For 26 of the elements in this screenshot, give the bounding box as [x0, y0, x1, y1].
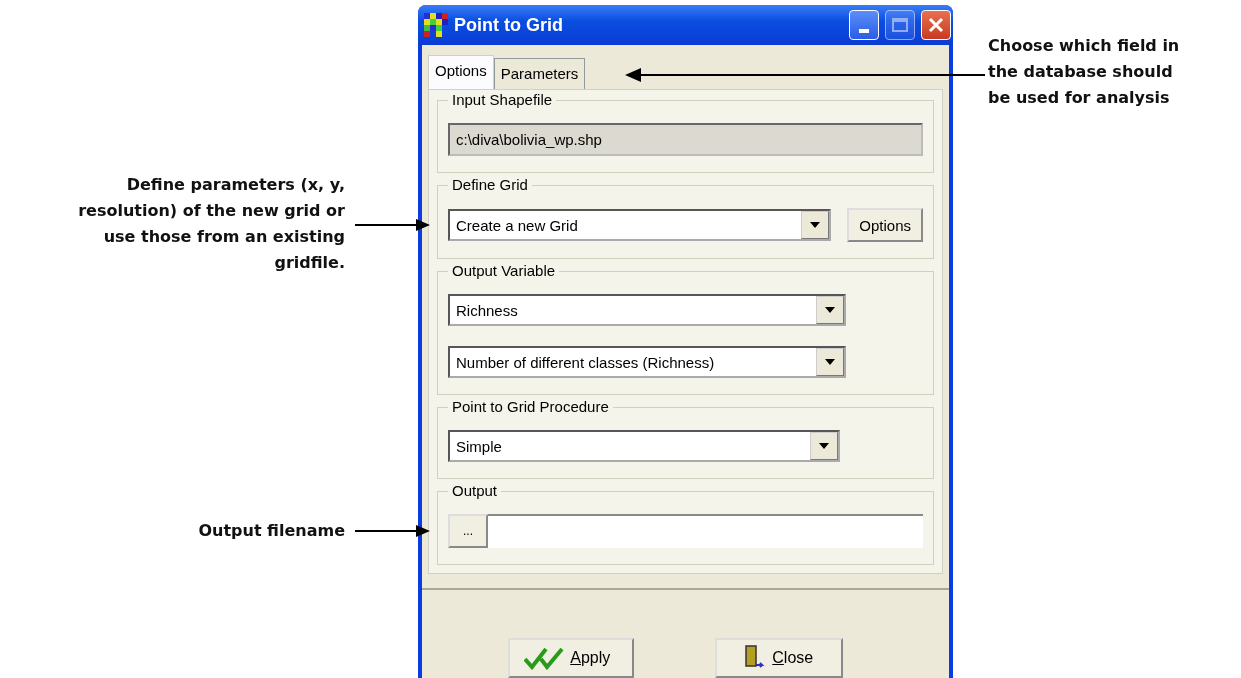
tab[interactable]: Options: [428, 55, 494, 89]
window-title: Point to Grid: [454, 14, 563, 36]
annotation-text: Define parameters (x, y, resolution) of the new grid or use those from an existing gridfile.: [78, 174, 345, 274]
group-label: Define Grid: [448, 176, 532, 193]
close-button[interactable]: Close: [714, 638, 843, 678]
group-label: Point to Grid Procedure: [448, 398, 613, 415]
tab[interactable]: Parameters: [493, 58, 586, 89]
annotation-text: Choose which field in the database should be used for analysis: [988, 35, 1180, 109]
dropdown[interactable]: Simple: [448, 430, 840, 462]
annotation-text: Output filename: [198, 520, 345, 542]
minimize-button[interactable]: [849, 10, 879, 40]
apply-button[interactable]: Apply: [508, 638, 635, 678]
path-field[interactable]: c:\diva\bolivia_wp.shp: [448, 123, 923, 156]
close-icon: [928, 17, 944, 33]
dropdown[interactable]: Number of different classes (Richness): [448, 346, 846, 378]
group-label: Output Variable: [448, 262, 560, 279]
group-label: Input Shapefile: [448, 91, 557, 108]
checkmarks-icon: [524, 646, 565, 670]
options-button[interactable]: Options: [847, 208, 923, 242]
dropdown[interactable]: Create a new Grid: [448, 209, 832, 241]
browse-button[interactable]: ...: [448, 514, 488, 548]
dropdown[interactable]: Richness: [448, 294, 846, 326]
close-button[interactable]: [921, 10, 951, 40]
filename-field[interactable]: [488, 514, 923, 548]
maximize-button[interactable]: [885, 10, 915, 40]
grid-icon: [424, 13, 448, 37]
